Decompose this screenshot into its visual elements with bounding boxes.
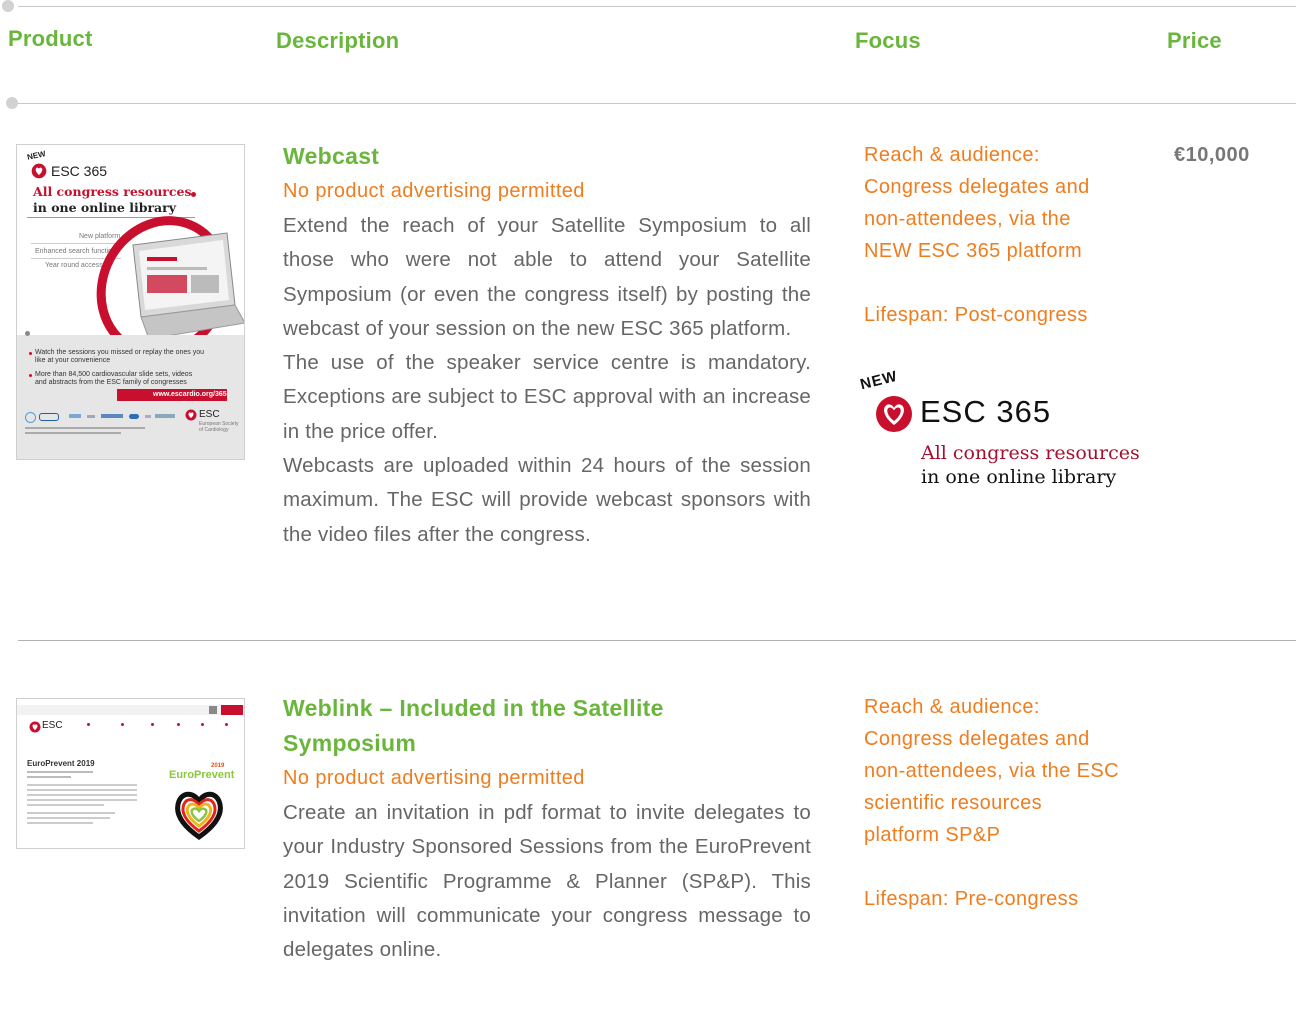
screenshot-nav-red <box>221 705 243 715</box>
row-separator <box>18 640 1296 641</box>
logo-new-badge: NEW <box>858 367 900 394</box>
product-title: Weblink – Included in the Satellite Symp… <box>283 695 664 756</box>
header-top-rule <box>18 6 1296 7</box>
description-paragraph: Create an invitation in pdf format to in… <box>283 801 811 962</box>
bullet-dot-1 <box>29 352 32 355</box>
esc365-logo: NEW ESC 365 All congress resources in on… <box>858 366 1158 496</box>
logo-brand: ESC 365 <box>920 394 1052 429</box>
header-bottom-rule <box>18 103 1296 104</box>
product-title: Webcast <box>283 143 380 169</box>
price-value: €10,000 <box>1174 144 1250 166</box>
focus-lifespan: Lifespan: Pre-congress <box>864 888 1079 910</box>
product-description: Create an invitation in pdf format to in… <box>283 796 811 967</box>
screenshot-event-logo: EuroPrevent <box>169 769 235 781</box>
focus-reach: Reach & audience: Congress delegates and… <box>864 696 1119 846</box>
screenshot-menu-dots <box>87 723 237 731</box>
logo-heart-icon <box>876 396 912 432</box>
description-paragraph: Webcasts are uploaded within 24 hours of… <box>283 454 811 546</box>
description-paragraph: Extend the reach of your Satellite Sympo… <box>283 214 811 340</box>
product-subtitle: No product advertising permitted <box>283 767 585 789</box>
screenshot-brand: ESC <box>42 720 63 731</box>
bullet-dot-2 <box>29 374 32 377</box>
thumbnail-bullet-1: Watch the sessions you missed or replay … <box>35 349 204 364</box>
thumbnail-red-dot <box>191 192 196 197</box>
footer-fineprint <box>25 427 145 434</box>
thumbnail-brand: ESC 365 <box>51 163 108 179</box>
sponsor-logo-strip <box>25 411 175 423</box>
focus-reach: Reach & audience: Congress delegates and… <box>864 144 1090 262</box>
header-top-dot <box>2 0 14 12</box>
column-header-price: Price <box>1167 28 1222 53</box>
screenshot-title: EuroPrevent 2019 <box>27 759 95 768</box>
focus-lifespan: Lifespan: Post-congress <box>864 304 1088 326</box>
footer-brand: ESC <box>199 409 220 420</box>
webcast-thumbnail: NEW ESC 365 All congress resources in on… <box>16 144 245 460</box>
europrevent-heart-icon <box>175 791 223 841</box>
laptop-illustration <box>96 216 244 355</box>
column-header-product: Product <box>8 26 93 51</box>
column-header-focus: Focus <box>855 28 921 53</box>
header-bottom-dot <box>6 97 18 109</box>
product-description: Extend the reach of your Satellite Sympo… <box>283 209 811 552</box>
description-paragraph: The use of the speaker service centre is… <box>283 351 811 443</box>
thumbnail-grey-dot <box>25 331 30 336</box>
thumbnail-bullet-2: More than 84,500 cardiovascular slide se… <box>35 371 193 386</box>
thumbnail-headline-1: All congress resources <box>33 184 192 199</box>
column-header-description: Description <box>276 28 400 53</box>
weblink-thumbnail: ESC EuroPrevent 2019 2019 EuroPrevent <box>16 698 245 849</box>
screenshot-heart-icon <box>29 721 41 733</box>
new-badge: NEW <box>26 149 47 162</box>
logo-tagline-1: All congress resources <box>921 442 1140 464</box>
logo-tagline-2: in one online library <box>921 466 1117 488</box>
heart-icon <box>31 163 47 179</box>
footer-sub: European Society of Cardiology <box>199 421 239 433</box>
screenshot-nav-grey <box>209 706 217 714</box>
product-subtitle: No product advertising permitted <box>283 180 585 202</box>
screenshot-text-lines <box>27 771 137 824</box>
footer-heart-icon <box>185 409 197 421</box>
thumbnail-url: www.escardio.org/365 <box>153 391 227 398</box>
